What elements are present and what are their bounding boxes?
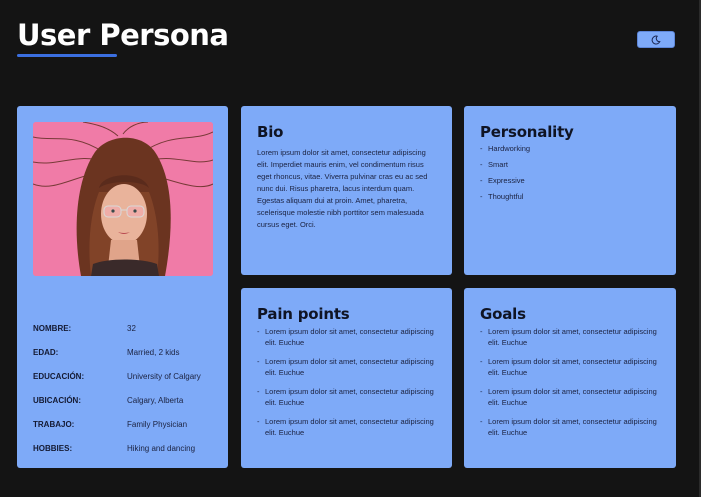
profile-photo xyxy=(33,122,213,276)
list-item: - Hardworking xyxy=(480,145,664,161)
field-label: NOMBRE: xyxy=(33,323,72,333)
list-item: - Lorem ipsum dolor sit amet, consectetur… xyxy=(257,327,441,348)
goals-title: Goals xyxy=(480,305,526,323)
list-item-text: Lorem ipsum dolor sit amet, consectetur … xyxy=(488,387,657,407)
title-underline xyxy=(17,54,117,57)
profile-photo-illustration xyxy=(33,122,213,276)
field-value: University of Calgary xyxy=(127,371,201,381)
list-item-text: Smart xyxy=(488,160,509,169)
field-label: TRABAJO: xyxy=(33,419,75,429)
list-item-text: Lorem ipsum dolor sit amet, consectetur … xyxy=(488,357,657,377)
pain-points-card: Pain points - Lorem ipsum dolor sit amet,… xyxy=(241,288,452,468)
list-item-text: Lorem ipsum dolor sit amet, consectetur … xyxy=(265,327,434,347)
list-item: - Lorem ipsum dolor sit amet, consectetur… xyxy=(480,357,664,378)
list-item-text: Lorem ipsum dolor sit amet, consectetur … xyxy=(265,417,434,437)
list-item: - Smart xyxy=(480,161,664,177)
field-value: Family Physician xyxy=(127,419,188,429)
field-label: HOBBIES: xyxy=(33,443,73,453)
profile-row-trabajo: TRABAJO: Family Physician xyxy=(33,412,213,436)
list-item-text: Expressive xyxy=(488,176,525,185)
list-item-text: Lorem ipsum dolor sit amet, consectetur … xyxy=(265,387,434,407)
list-item-text: Hardworking xyxy=(488,144,531,153)
bio-text: Lorem ipsum dolor sit amet, consectetur … xyxy=(257,148,428,229)
personality-card: Personality - Hardworking - Smart - Express… xyxy=(464,106,676,275)
pain-points-list: - Lorem ipsum dolor sit amet, consectetur… xyxy=(257,327,441,447)
field-label: EDAD: xyxy=(33,347,59,357)
list-item-text: Lorem ipsum dolor sit amet, consectetur … xyxy=(488,327,657,347)
list-item: - Lorem ipsum dolor sit amet, consectetur… xyxy=(480,387,664,408)
list-item: - Lorem ipsum dolor sit amet, consectetur… xyxy=(257,417,441,438)
list-item: - Lorem ipsum dolor sit amet, consectetur… xyxy=(257,387,441,408)
list-item: - Lorem ipsum dolor sit amet, consectetur… xyxy=(257,357,441,378)
profile-row-hobbies: HOBBIES: Hiking and dancing xyxy=(33,436,213,460)
profile-row-educacion: EDUCACIÓN: University of Calgary xyxy=(33,364,213,388)
list-item: - Expressive xyxy=(480,177,664,193)
profile-card: NOMBRE: 32 EDAD: Married, 2 kids EDUCACI… xyxy=(17,106,228,468)
profile-details: NOMBRE: 32 EDAD: Married, 2 kids EDUCACI… xyxy=(33,316,213,460)
goals-card: Goals - Lorem ipsum dolor sit amet, conse… xyxy=(464,288,676,468)
field-value: 32 xyxy=(127,323,136,333)
field-label: UBICACIÓN: xyxy=(33,395,81,405)
field-value: Calgary, Alberta xyxy=(127,395,184,405)
profile-row-ubicacion: UBICACIÓN: Calgary, Alberta xyxy=(33,388,213,412)
pain-points-title: Pain points xyxy=(257,305,350,323)
list-item: - Lorem ipsum dolor sit amet, consectetur… xyxy=(480,327,664,348)
field-value: Hiking and dancing xyxy=(127,443,196,453)
personality-title: Personality xyxy=(480,123,574,141)
list-item-text: Thoughtful xyxy=(488,192,524,201)
profile-row-edad: EDAD: Married, 2 kids xyxy=(33,340,213,364)
list-item: - Thoughtful xyxy=(480,193,664,209)
profile-row-nombre: NOMBRE: 32 xyxy=(33,316,213,340)
theme-toggle-button[interactable] xyxy=(637,31,675,48)
list-item-text: Lorem ipsum dolor sit amet, consectetur … xyxy=(265,357,434,377)
field-label: EDUCACIÓN: xyxy=(33,371,85,381)
list-item-text: Lorem ipsum dolor sit amet, consectetur … xyxy=(488,417,657,437)
bio-card: Bio Lorem ipsum dolor sit amet, consecte… xyxy=(241,106,452,275)
list-item: - Lorem ipsum dolor sit amet, consectetur… xyxy=(480,417,664,438)
moon-icon xyxy=(651,35,661,45)
personality-list: - Hardworking - Smart - Expressive - Thought… xyxy=(480,145,664,209)
field-value: Married, 2 kids xyxy=(127,347,180,357)
goals-list: - Lorem ipsum dolor sit amet, consectetur… xyxy=(480,327,664,447)
bio-title: Bio xyxy=(257,123,284,141)
page-title: User Persona xyxy=(17,18,229,52)
